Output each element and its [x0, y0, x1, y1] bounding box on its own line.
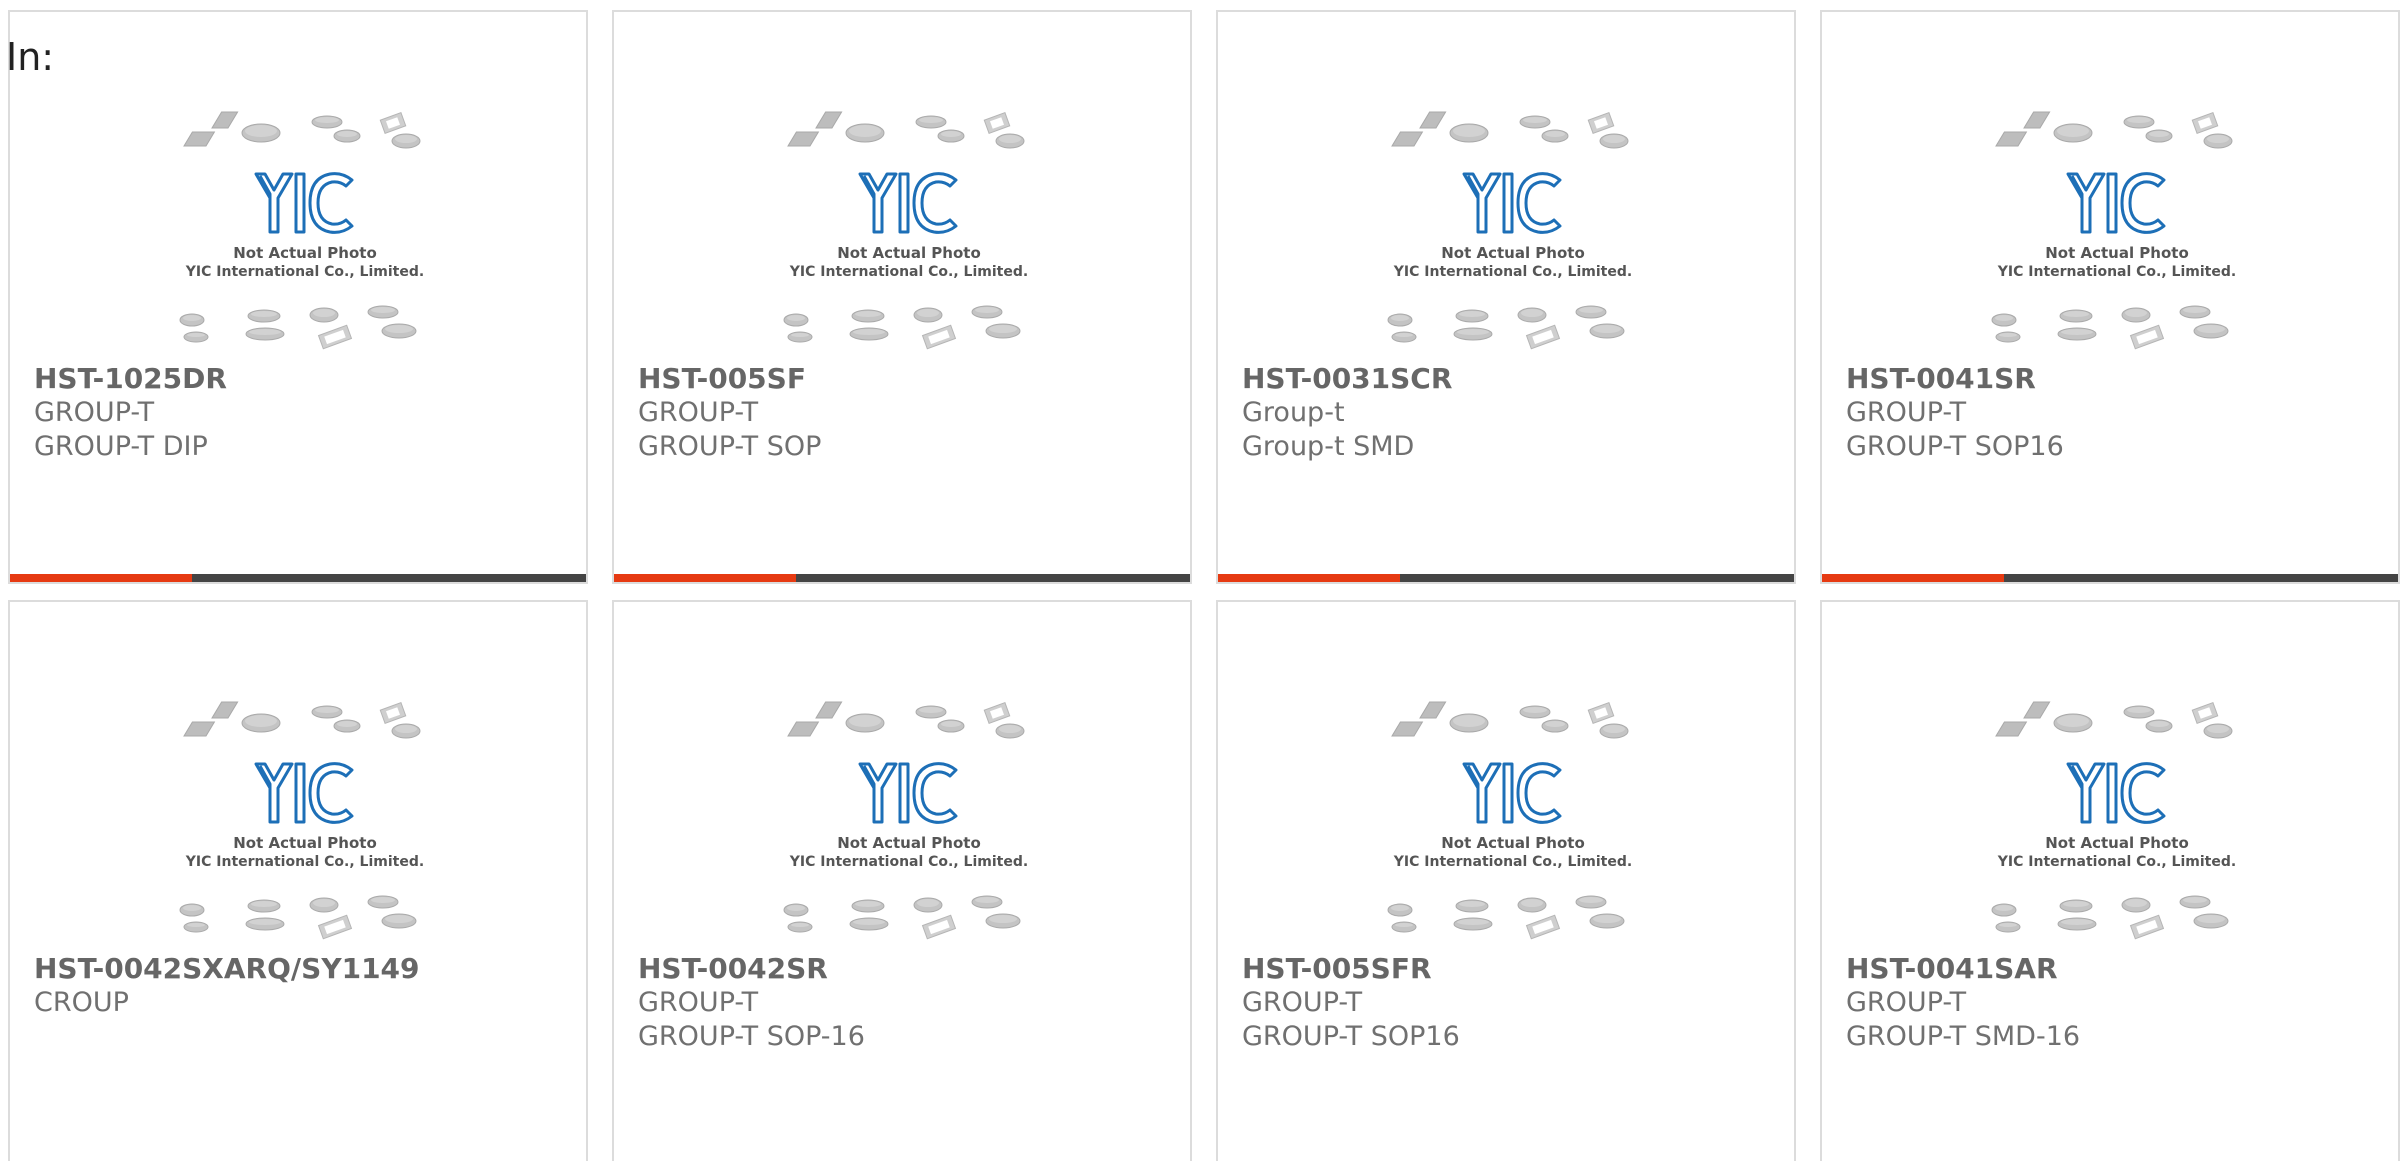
manufacturer: GROUP-T — [34, 397, 155, 428]
chip-icons-bottom — [1991, 895, 2229, 940]
part-number-link[interactable]: HST-0042SR — [638, 952, 1180, 986]
description: GROUP-T SMD-16 — [1846, 1021, 2081, 1052]
product-photo[interactable]: Not Actual Photo YIC International Co., L… — [170, 102, 440, 352]
product-photo[interactable]: Not Actual Photo YIC International Co., L… — [1982, 102, 2252, 352]
description: GROUP-T SOP — [638, 431, 822, 462]
product-photo[interactable]: Not Actual Photo YIC International Co., L… — [1378, 102, 1648, 352]
card-progress-bar — [614, 574, 1190, 582]
yic-logo-icon — [254, 172, 354, 234]
chip-icons-bottom — [783, 895, 1021, 940]
part-number-link[interactable]: HST-0041SAR — [1846, 952, 2388, 986]
chip-icons-top — [787, 701, 1025, 739]
product-grid-page: In: Not Actual Photo YIC International Co… — [0, 0, 2400, 1161]
chip-icons-top — [1391, 701, 1629, 739]
manufacturer: GROUP-T — [1846, 397, 1967, 428]
manufacturer: GROUP-T — [638, 397, 759, 428]
photo-caption-line1: Not Actual Photo — [1441, 244, 1585, 262]
photo-caption-line2: YIC International Co., Limited. — [1393, 854, 1632, 870]
chip-icons-bottom — [179, 305, 417, 350]
product-card[interactable]: Not Actual Photo YIC International Co., L… — [612, 600, 1192, 1161]
description: Group-t SMD — [1242, 431, 1415, 462]
yic-logo-icon — [1462, 172, 1562, 234]
photo-caption-line1: Not Actual Photo — [2045, 244, 2189, 262]
chip-icons-bottom — [179, 895, 417, 940]
part-number-link[interactable]: HST-0041SR — [1846, 362, 2388, 396]
photo-caption-line1: Not Actual Photo — [837, 834, 981, 852]
photo-caption-line1: Not Actual Photo — [233, 834, 377, 852]
photo-caption-line2: YIC International Co., Limited. — [185, 264, 424, 280]
manufacturer: CROUP — [34, 987, 129, 1018]
card-progress-bar — [1218, 574, 1794, 582]
photo-caption-line1: Not Actual Photo — [233, 244, 377, 262]
chip-icons-top — [183, 111, 421, 149]
product-photo[interactable]: Not Actual Photo YIC International Co., L… — [170, 692, 440, 942]
product-photo[interactable]: Not Actual Photo YIC International Co., L… — [774, 692, 1044, 942]
yic-logo-icon — [2066, 172, 2166, 234]
description: GROUP-T SOP-16 — [638, 1021, 865, 1052]
product-card[interactable]: Not Actual Photo YIC International Co., L… — [1820, 10, 2400, 584]
yic-logo-icon — [254, 762, 354, 824]
chip-icons-bottom — [1387, 305, 1625, 350]
chip-icons-top — [1995, 701, 2233, 739]
yic-logo-icon — [1462, 762, 1562, 824]
bar-accent — [10, 574, 192, 582]
photo-caption-line1: Not Actual Photo — [2045, 834, 2189, 852]
filter-label: In: — [6, 35, 55, 79]
chip-icons-bottom — [783, 305, 1021, 350]
description: GROUP-T SOP16 — [1846, 431, 2064, 462]
part-number-link[interactable]: HST-1025DR — [34, 362, 576, 396]
photo-caption-line2: YIC International Co., Limited. — [789, 854, 1028, 870]
card-progress-bar — [10, 574, 586, 582]
product-card[interactable]: Not Actual Photo YIC International Co., L… — [612, 10, 1192, 584]
photo-caption-line1: Not Actual Photo — [837, 244, 981, 262]
description: GROUP-T DIP — [34, 431, 208, 462]
part-number-link[interactable]: HST-005SFR — [1242, 952, 1784, 986]
photo-caption-line2: YIC International Co., Limited. — [1997, 854, 2236, 870]
bar-accent — [1822, 574, 2004, 582]
description: GROUP-T SOP16 — [1242, 1021, 1460, 1052]
card-progress-bar — [1822, 574, 2398, 582]
manufacturer: Group-t — [1242, 397, 1345, 428]
product-photo[interactable]: Not Actual Photo YIC International Co., L… — [1982, 692, 2252, 942]
chip-icons-bottom — [1991, 305, 2229, 350]
photo-caption-line2: YIC International Co., Limited. — [185, 854, 424, 870]
product-card[interactable]: Not Actual Photo YIC International Co., L… — [1820, 600, 2400, 1161]
chip-icons-bottom — [1387, 895, 1625, 940]
photo-caption-line1: Not Actual Photo — [1441, 834, 1585, 852]
product-photo[interactable]: Not Actual Photo YIC International Co., L… — [1378, 692, 1648, 942]
product-card[interactable]: Not Actual Photo YIC International Co., L… — [8, 600, 588, 1161]
manufacturer: GROUP-T — [638, 987, 759, 1018]
chip-icons-top — [1391, 111, 1629, 149]
chip-icons-top — [183, 701, 421, 739]
manufacturer: GROUP-T — [1846, 987, 1967, 1018]
product-card[interactable]: Not Actual Photo YIC International Co., L… — [8, 10, 588, 584]
yic-logo-icon — [2066, 762, 2166, 824]
part-number-link[interactable]: HST-0031SCR — [1242, 362, 1784, 396]
part-number-link[interactable]: HST-0042SXARQ/SY1149 — [34, 952, 576, 986]
part-number-link[interactable]: HST-005SF — [638, 362, 1180, 396]
photo-caption-line2: YIC International Co., Limited. — [789, 264, 1028, 280]
photo-caption-line2: YIC International Co., Limited. — [1393, 264, 1632, 280]
yic-logo-icon — [858, 762, 958, 824]
chip-icons-top — [1995, 111, 2233, 149]
chip-icons-top — [787, 111, 1025, 149]
product-card[interactable]: Not Actual Photo YIC International Co., L… — [1216, 10, 1796, 584]
bar-accent — [614, 574, 796, 582]
photo-caption-line2: YIC International Co., Limited. — [1997, 264, 2236, 280]
product-card[interactable]: Not Actual Photo YIC International Co., L… — [1216, 600, 1796, 1161]
product-photo[interactable]: Not Actual Photo YIC International Co., L… — [774, 102, 1044, 352]
manufacturer: GROUP-T — [1242, 987, 1363, 1018]
bar-accent — [1218, 574, 1400, 582]
yic-logo-icon — [858, 172, 958, 234]
